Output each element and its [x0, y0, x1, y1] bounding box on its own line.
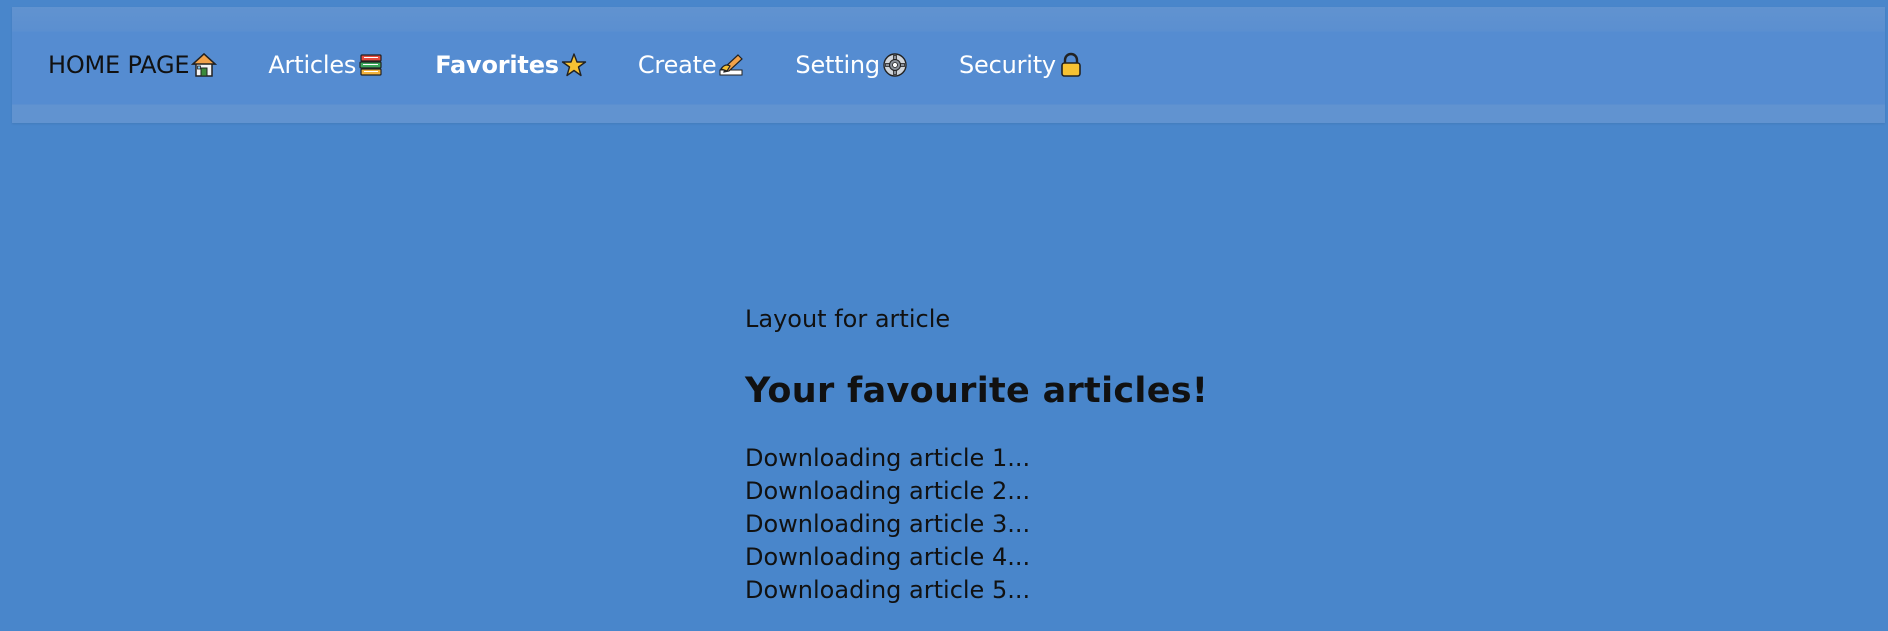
page-subtitle: Layout for article — [745, 305, 951, 333]
house-icon — [190, 51, 218, 79]
main-content: Layout for article Your favourite articl… — [745, 304, 1445, 607]
writing-hand-icon — [717, 51, 745, 79]
list-item: Downloading article 2... — [745, 477, 1031, 505]
nav-item-setting[interactable]: Setting — [795, 43, 909, 87]
nav-item-articles[interactable]: Articles — [268, 43, 385, 87]
list-item: Downloading article 3... — [745, 510, 1031, 538]
page: HOME PAGE Articles Favorites Create Sett… — [0, 0, 1888, 631]
nav-item-create[interactable]: Create — [638, 43, 746, 87]
nav-item-label: Articles — [268, 51, 357, 79]
page-title: Your favourite articles! — [745, 371, 1209, 411]
nav-item-favorites[interactable]: Favorites — [435, 43, 588, 87]
nav-item-label: Security — [958, 51, 1056, 79]
nav-item-label: Setting — [795, 51, 880, 79]
lock-icon — [1057, 51, 1085, 79]
article-list: Downloading article 1... Downloading art… — [745, 442, 1445, 607]
star-icon — [560, 51, 588, 79]
top-navbar: HOME PAGE Articles Favorites Create Sett… — [12, 7, 1885, 123]
nav-item-label: Favorites — [435, 51, 559, 79]
list-item: Downloading article 5... — [745, 576, 1031, 604]
nav-item-label: Create — [637, 51, 717, 79]
list-item: Downloading article 4... — [745, 543, 1031, 571]
nav-item-security[interactable]: Security — [959, 43, 1085, 87]
nav-item-label: HOME PAGE — [48, 51, 190, 79]
list-item: Downloading article 1... — [745, 444, 1031, 472]
nav-item-home[interactable]: HOME PAGE — [48, 43, 218, 87]
gear-icon — [881, 51, 909, 79]
books-icon — [357, 51, 385, 79]
